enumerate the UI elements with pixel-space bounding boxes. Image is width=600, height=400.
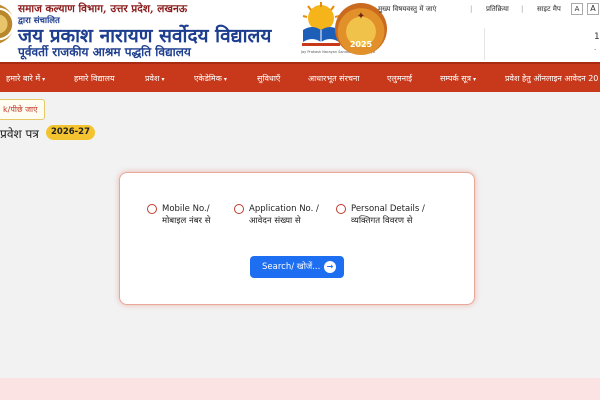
header-info-box bbox=[484, 28, 600, 60]
nav-about-us[interactable]: हमारे बारे में ▾ bbox=[6, 73, 45, 84]
option-label-en: Mobile No./ bbox=[162, 204, 210, 214]
nav-label: आधारभूत संरचना bbox=[308, 74, 360, 83]
main-navbar: हमारे बारे में ▾ हमारे विद्यालय प्रवेश ▾ ए… bbox=[0, 62, 600, 92]
footer-band bbox=[0, 378, 600, 400]
option-application-number[interactable]: Application No. / आवेदन संख्या से bbox=[234, 203, 319, 227]
application-number-radio[interactable] bbox=[234, 204, 244, 214]
nav-admission[interactable]: प्रवेश ▾ bbox=[145, 73, 164, 84]
department-name: समाज कल्याण विभाग, उत्तर प्रदेश, लखनऊ bbox=[18, 3, 188, 15]
nav-contact[interactable]: सम्पर्क सूत्र ▾ bbox=[440, 73, 476, 84]
option-label-en: Application No. / bbox=[249, 204, 319, 214]
option-label-hi: मोबाइल नंबर से bbox=[162, 216, 211, 226]
feedback-link[interactable]: प्रतिक्रिया bbox=[486, 5, 509, 14]
mobile-number-radio[interactable] bbox=[147, 204, 157, 214]
top-link-separator: | bbox=[470, 5, 473, 13]
option-label: Application No. / आवेदन संख्या से bbox=[249, 203, 319, 227]
header-right-number: 1 bbox=[594, 32, 600, 42]
top-links: मुख्य विषयवस्तु में जाएं | प्रतिक्रिया |… bbox=[378, 5, 600, 17]
search-button[interactable]: Search/ खोजें... → bbox=[250, 256, 344, 278]
nav-alumni[interactable]: एलुमनाई bbox=[387, 73, 412, 84]
option-label-hi: व्यक्तिगत विवरण से bbox=[351, 216, 413, 226]
nav-online-application[interactable]: प्रवेश हेतु ऑनलाइन आवेदन 20 bbox=[505, 73, 598, 84]
nav-infrastructure[interactable]: आधारभूत संरचना bbox=[308, 73, 359, 84]
nav-label: सम्पर्क सूत्र bbox=[440, 74, 472, 83]
chevron-down-icon: ▾ bbox=[42, 76, 46, 83]
nav-label: एकेडेमिक bbox=[194, 74, 222, 83]
option-label-en: Personal Details / bbox=[351, 204, 425, 214]
chevron-down-icon: ▾ bbox=[161, 76, 165, 83]
skip-to-content-link[interactable]: मुख्य विषयवस्तु में जाएं bbox=[378, 5, 437, 14]
site-header: समाज कल्याण विभाग, उत्तर प्रदेश, लखनऊ द्… bbox=[0, 0, 600, 62]
nav-label: प्रवेश हेतु ऑनलाइन आवेदन 20 bbox=[505, 74, 599, 83]
session-year-badge: 2026-27 bbox=[46, 125, 96, 140]
option-personal-details[interactable]: Personal Details / व्यक्तिगत विवरण से bbox=[336, 203, 425, 227]
sitemap-link[interactable]: साइट मैप bbox=[537, 5, 561, 14]
font-size-small-button[interactable]: A bbox=[571, 3, 583, 15]
chevron-down-icon: ▾ bbox=[223, 76, 227, 83]
option-label-hi: आवेदन संख्या से bbox=[249, 216, 301, 226]
nav-label: हमारे बारे में bbox=[6, 74, 41, 83]
search-card: Mobile No./ मोबाइल नंबर से Application N… bbox=[119, 172, 475, 305]
back-button[interactable]: k/पीछे जाएं bbox=[0, 99, 45, 120]
option-mobile-number[interactable]: Mobile No./ मोबाइल नंबर से bbox=[147, 203, 210, 227]
arrow-right-icon: → bbox=[324, 261, 336, 273]
personal-details-radio[interactable] bbox=[336, 204, 346, 214]
option-label: Personal Details / व्यक्तिगत विवरण से bbox=[351, 203, 425, 227]
page-title: प्रवेश पत्र bbox=[0, 127, 39, 141]
nav-label: हमारे विद्यालय bbox=[74, 74, 115, 83]
option-label: Mobile No./ मोबाइल नंबर से bbox=[162, 203, 210, 227]
search-button-label: Search/ खोजें... bbox=[262, 262, 321, 272]
nav-label: सुविधाएँ bbox=[257, 74, 281, 83]
school-subtitle: पूर्ववर्ती राजकीय आश्रम पद्धति विद्यालय bbox=[18, 45, 191, 59]
nav-label: एलुमनाई bbox=[387, 74, 413, 83]
nav-label: प्रवेश bbox=[145, 74, 160, 83]
badge-year: 2025 bbox=[349, 40, 373, 49]
font-size-large-button[interactable]: A bbox=[587, 3, 599, 15]
top-link-separator: | bbox=[521, 5, 524, 13]
emblem-logo-icon bbox=[0, 4, 14, 44]
nav-facilities[interactable]: सुविधाएँ bbox=[257, 73, 280, 84]
chevron-down-icon: ▾ bbox=[473, 76, 477, 83]
nav-our-schools[interactable]: हमारे विद्यालय bbox=[74, 73, 115, 84]
nav-academic[interactable]: एकेडेमिक ▾ bbox=[194, 73, 227, 84]
header-right-mark: · bbox=[594, 46, 597, 54]
